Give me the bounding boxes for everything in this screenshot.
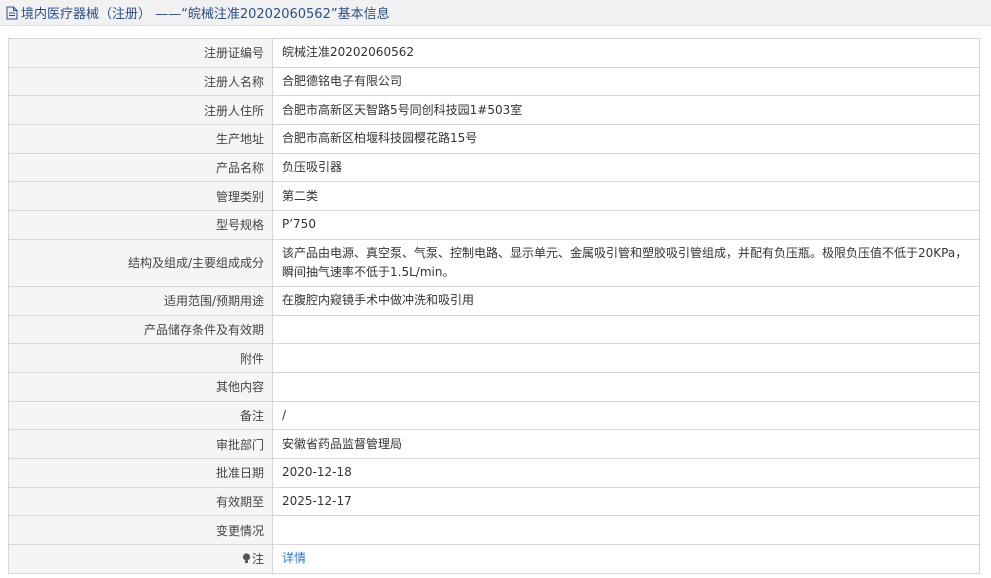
row-label: 批准日期 [8,457,273,488]
table-row: 生产地址 合肥市高新区柏堰科技园樱花路15号 [8,124,980,154]
row-value: 2020-12-18 [272,457,980,488]
row-value [272,515,980,545]
row-value: / [272,400,980,431]
table-row: 适用范围/预期用途 在腹腔内窥镜手术中做冲洗和吸引用 [8,285,980,316]
row-label: 生产地址 [8,124,273,154]
table-row: 审批部门 安徽省药品监督管理局 [8,429,980,459]
note-label: 注 [251,552,264,567]
row-value: 皖械注准20202060562 [272,38,980,68]
row-value: 合肥市高新区天智路5号同创科技园1#503室 [272,95,980,126]
table-row: 结构及组成/主要组成成分 该产品由电源、真空泵、气泵、控制电路、显示单元、金属吸… [8,238,980,287]
row-value [272,371,980,402]
row-label: 注册人住所 [8,95,273,126]
row-label: 附件 [8,343,273,373]
row-value: 安徽省药品监督管理局 [272,429,980,459]
row-value [272,343,980,373]
registration-info-table: 注册证编号 皖械注准20202060562 注册人名称 合肥德铭电子有限公司 注… [8,38,980,574]
page-title: 境内医疗器械（注册） ——“皖械注准20202060562”基本信息 [21,7,390,22]
table-row: 批准日期 2020-12-18 [8,457,980,488]
row-value [272,314,980,345]
table-row: 型号规格 P’750 [8,210,980,240]
table-row: 注册人名称 合肥德铭电子有限公司 [8,66,980,97]
table-row: 其他内容 [8,371,980,402]
table-row: 备注 / [8,400,980,431]
row-label: 有效期至 [8,486,273,517]
row-value: 2025-12-17 [272,486,980,517]
table-row: 管理类别 第二类 [8,181,980,212]
row-value: 合肥市高新区柏堰科技园樱花路15号 [272,124,980,154]
row-value: 在腹腔内窥镜手术中做冲洗和吸引用 [272,285,980,316]
table-row: 有效期至 2025-12-17 [8,486,980,517]
row-label-note: 注 [8,544,273,574]
info-table-container: 注册证编号 皖械注准20202060562 注册人名称 合肥德铭电子有限公司 注… [8,38,980,574]
row-label: 注册证编号 [8,38,273,68]
detail-link[interactable]: 详情 [282,551,306,565]
table-row: 变更情况 [8,515,980,545]
row-label: 注册人名称 [8,66,273,97]
table-row: 附件 [8,343,980,373]
row-value: 详情 [272,544,980,574]
table-row: 产品储存条件及有效期 [8,314,980,345]
row-label: 变更情况 [8,515,273,545]
row-label: 结构及组成/主要组成成分 [8,238,273,287]
row-label: 审批部门 [8,429,273,459]
row-label: 管理类别 [8,181,273,212]
row-value: 该产品由电源、真空泵、气泵、控制电路、显示单元、金属吸引管和塑胶吸引管组成，并配… [272,238,980,287]
table-row: 注册人住所 合肥市高新区天智路5号同创科技园1#503室 [8,95,980,126]
row-value: 合肥德铭电子有限公司 [272,66,980,97]
row-label: 产品名称 [8,152,273,183]
row-value: 负压吸引器 [272,152,980,183]
table-row: 注 详情 [8,544,980,574]
row-value: 第二类 [272,181,980,212]
table-row: 产品名称 负压吸引器 [8,152,980,183]
page-header: 境内医疗器械（注册） ——“皖械注准20202060562”基本信息 [0,0,991,26]
lightbulb-icon [242,553,251,564]
document-icon [6,6,18,20]
row-label: 适用范围/预期用途 [8,285,273,316]
row-value: P’750 [272,210,980,240]
table-row: 注册证编号 皖械注准20202060562 [8,38,980,68]
row-label: 其他内容 [8,371,273,402]
row-label: 产品储存条件及有效期 [8,314,273,345]
row-label: 备注 [8,400,273,431]
row-label: 型号规格 [8,210,273,240]
